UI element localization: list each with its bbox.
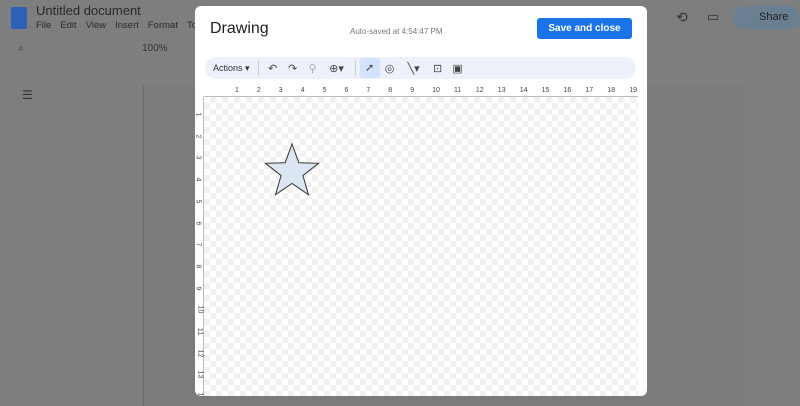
ruler-label: 19 <box>629 87 637 94</box>
ruler-label: 1 <box>235 87 239 94</box>
share-label: Share <box>759 11 789 23</box>
canvas-svg <box>264 142 320 196</box>
ruler-label: 3 <box>195 155 202 160</box>
ruler-label: 17 <box>585 87 594 94</box>
history-icon[interactable]: ⟲ <box>676 9 688 26</box>
undo-icon[interactable]: ↶ <box>263 62 283 75</box>
ruler-label: 18 <box>607 87 616 94</box>
select-icon[interactable]: ➚ <box>359 58 380 78</box>
ruler-label: 9 <box>195 286 202 291</box>
ruler-label: 3 <box>278 87 283 94</box>
outline-icon[interactable]: ☰ <box>22 88 33 102</box>
autosave-status: Auto-saved at 4:54:47 PM <box>350 27 443 36</box>
ruler-label: 2 <box>256 87 261 94</box>
save-and-close-button[interactable]: Save and close <box>537 18 632 39</box>
ruler-label: 5 <box>195 199 202 204</box>
actions-menu[interactable]: Actions ▾ <box>213 63 250 74</box>
menu-edit[interactable]: Edit <box>60 20 76 31</box>
ruler-label: 10 <box>432 87 440 94</box>
ruler-label: 7 <box>366 87 371 94</box>
menu-view[interactable]: View <box>86 20 106 31</box>
zoom-select[interactable]: 100% <box>142 43 168 54</box>
ruler-label: 1 <box>195 112 202 117</box>
ruler-label: 12 <box>475 87 484 94</box>
ruler-label: 4 <box>300 87 305 94</box>
ruler-label: 11 <box>196 327 204 336</box>
ruler-label: 7 <box>195 242 202 247</box>
drawing-dialog: Drawing Auto-saved at 4:54:47 PM Save an… <box>195 6 647 396</box>
search-icon[interactable]: ⌕ <box>18 43 24 54</box>
drawing-canvas[interactable] <box>204 97 638 396</box>
dialog-title: Drawing <box>210 20 269 37</box>
ruler-label: 5 <box>322 87 327 94</box>
docs-logo-icon <box>11 7 27 29</box>
image-icon[interactable]: ▣ <box>448 62 468 75</box>
ruler-label: 13 <box>497 87 506 94</box>
horizontal-ruler: 1 2 3 4 5 6 7 8 9 10 11 12 13 14 15 16 17 18 19 <box>204 87 638 97</box>
redo-icon[interactable]: ↷ <box>283 62 303 75</box>
ruler-label: 14 <box>519 87 528 94</box>
menu-file[interactable]: File <box>36 20 51 31</box>
ruler-label: 13 <box>196 370 204 379</box>
menu-format[interactable]: Format <box>148 20 178 31</box>
ruler-label: 2 <box>195 134 202 139</box>
text-box-icon[interactable]: ⊡ <box>428 62 448 75</box>
ruler-label: 6 <box>195 221 202 225</box>
ruler-label: 10 <box>196 305 204 314</box>
divider <box>354 61 356 75</box>
star-shape[interactable] <box>264 142 320 196</box>
ruler-label: 16 <box>563 87 572 94</box>
menu-insert[interactable]: Insert <box>115 20 139 31</box>
divider <box>257 61 259 75</box>
ruler-label: 14 <box>196 393 203 396</box>
ruler-label: 8 <box>195 264 202 269</box>
ruler-label: 15 <box>541 87 550 94</box>
share-button[interactable]: Share <box>733 6 800 29</box>
menu-bar: File Edit View Insert Format To <box>36 20 197 31</box>
shape-icon[interactable]: ◎ <box>380 62 400 75</box>
vertical-ruler: 1234567891011121314 <box>195 97 204 396</box>
ruler-label: 9 <box>410 87 415 94</box>
ruler-label: 8 <box>388 87 393 94</box>
ruler-label: 12 <box>196 349 204 358</box>
line-icon[interactable]: ╲▾ <box>400 62 428 75</box>
ruler-label: 6 <box>344 87 349 94</box>
ruler-label: 4 <box>195 177 202 182</box>
zoom-icon[interactable]: ⊕▾ <box>323 62 351 75</box>
document-title[interactable]: Untitled document <box>36 3 141 18</box>
comment-icon[interactable]: ▭ <box>707 9 719 25</box>
ruler-label: 11 <box>454 87 462 94</box>
drawing-toolbar: Actions ▾ ↶ ↷ ⚲ ⊕▾ ➚ ◎ ╲▾ ⊡ ▣ <box>205 57 636 79</box>
paint-format-icon[interactable]: ⚲ <box>303 62 323 75</box>
